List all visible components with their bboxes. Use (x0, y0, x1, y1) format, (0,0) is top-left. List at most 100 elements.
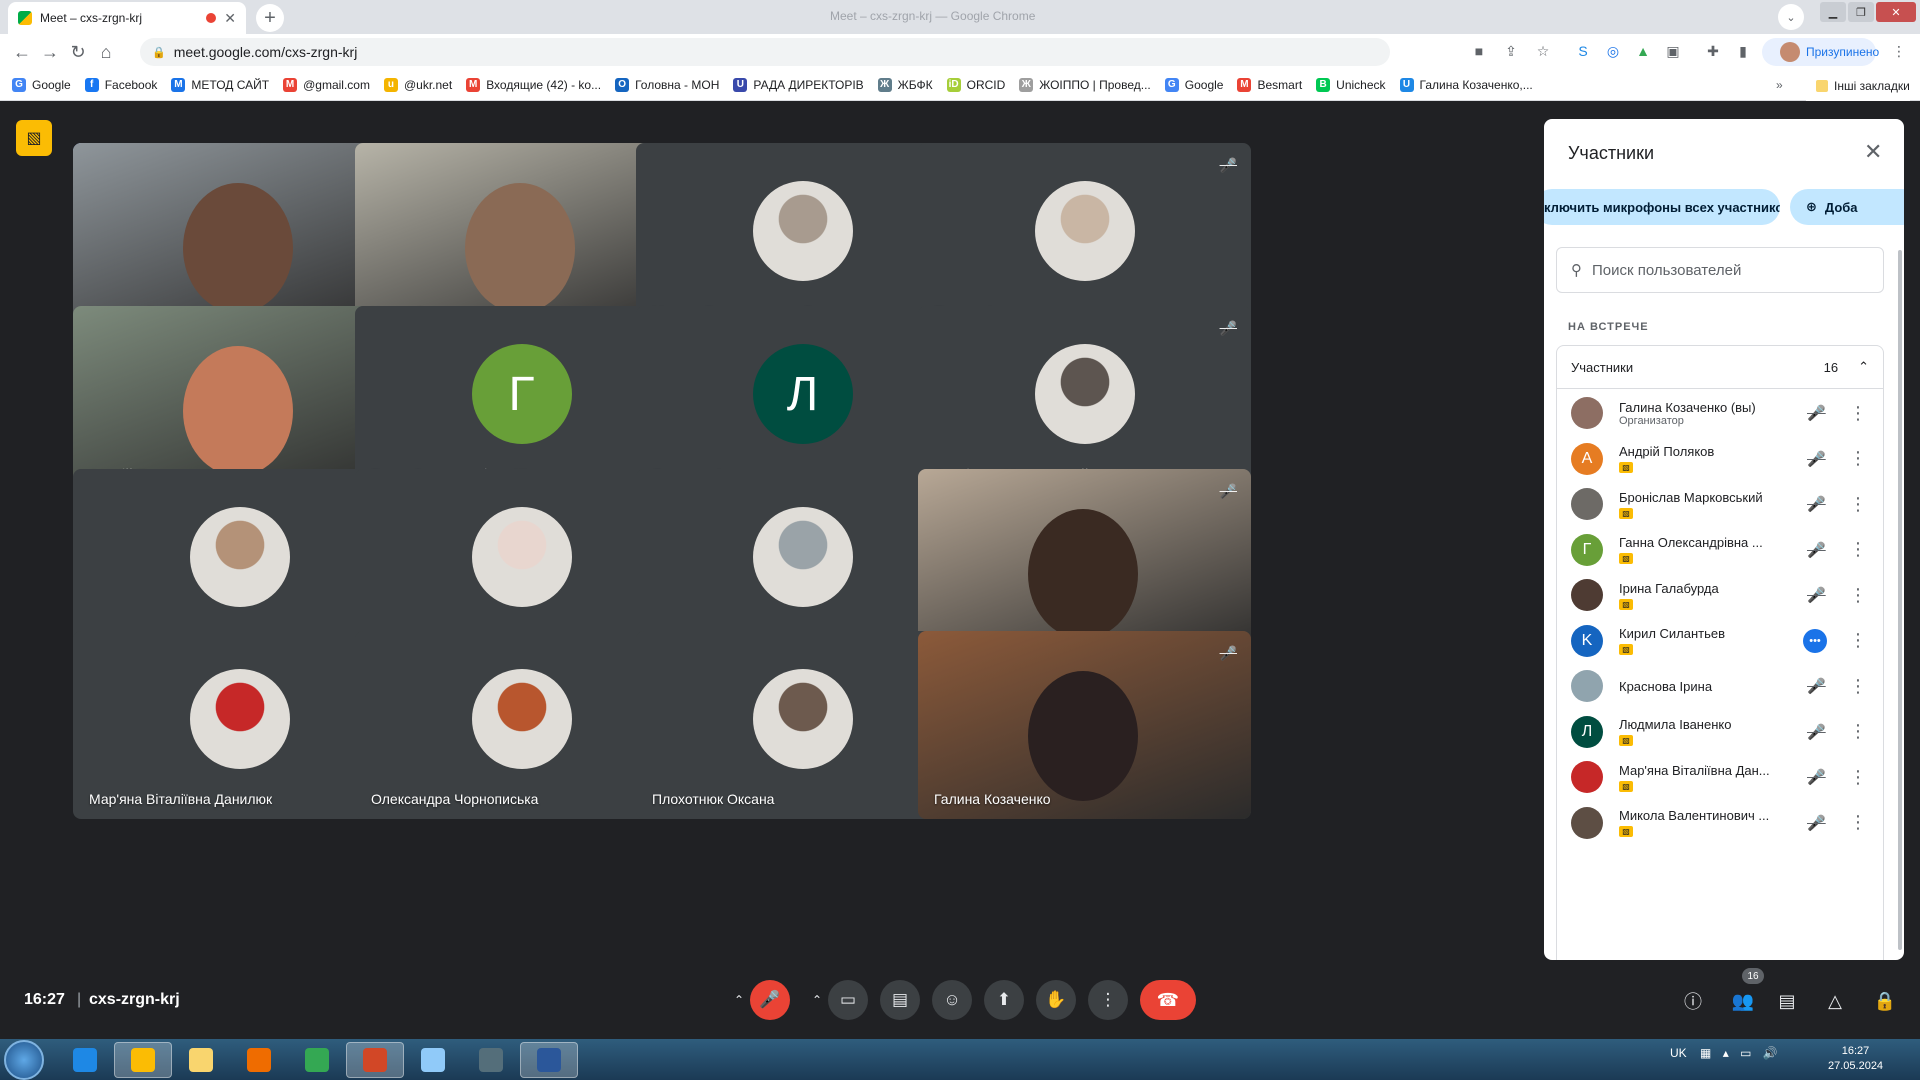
camera-indicator-icon[interactable]: ■ (1470, 42, 1488, 60)
taskbar-clock[interactable]: 16:27 27.05.2024 (1828, 1044, 1883, 1074)
bookmark-item[interactable]: u @ukr.net (383, 78, 452, 92)
mic-muted-icon[interactable]: 🎤 (1807, 586, 1826, 604)
chevron-up-icon[interactable]: ⌃ (1858, 359, 1869, 375)
bookmark-item[interactable]: iD ORCID (946, 78, 1005, 92)
bookmark-item[interactable]: M @gmail.com (283, 78, 370, 92)
activities-icon[interactable]: △ (1820, 986, 1850, 1016)
close-panel-icon[interactable]: ✕ (1864, 139, 1882, 165)
mic-muted-icon[interactable]: 🎤 (1807, 768, 1826, 786)
bookmark-item[interactable]: Ж ЖОІППО | Провед... (1019, 78, 1151, 92)
bookmark-item[interactable]: Ж ЖБФК (877, 78, 933, 92)
more-actions-icon[interactable]: ⋮ (1849, 767, 1867, 788)
mic-muted-icon[interactable]: 🎤 (1807, 495, 1826, 513)
more-actions-icon[interactable]: ⋮ (1849, 585, 1867, 606)
more-actions-icon[interactable]: ⋮ (1849, 721, 1867, 742)
taskbar-app-chrome2[interactable] (288, 1042, 346, 1078)
mic-muted-icon[interactable]: 🎤 (1807, 723, 1826, 741)
display-icon[interactable]: ▭ (1740, 1046, 1751, 1060)
more-actions-icon[interactable]: ⋮ (1849, 539, 1867, 560)
network-icon[interactable]: ▦ (1700, 1046, 1711, 1060)
reactions-button[interactable]: ☺ (932, 980, 972, 1020)
participant-row[interactable]: Г Ганна Олександрівна ... ▧ 🎤 ⋮ (1557, 528, 1883, 572)
minimize-button[interactable]: ▁ (1820, 2, 1846, 22)
camera-button[interactable]: ▭ (828, 980, 868, 1020)
more-bookmarks-icon[interactable]: » (1776, 78, 1783, 92)
more-options-button[interactable]: ⋮ (1088, 980, 1128, 1020)
bookmark-item[interactable]: M Входящие (42) - ko... (466, 78, 601, 92)
people-icon[interactable]: 👥 (1728, 986, 1758, 1016)
video-settings-caret-icon[interactable]: ⌃ (805, 980, 829, 1020)
tab-search-icon[interactable]: ⌄ (1778, 4, 1804, 30)
tab-meet[interactable]: Meet – cxs-zrgn-krj ✕ (8, 2, 246, 34)
extension-icon[interactable]: ◎ (1604, 42, 1622, 60)
more-actions-icon[interactable]: ⋮ (1849, 448, 1867, 469)
participant-row[interactable]: Микола Валентинович ... ▧ 🎤 ⋮ (1557, 801, 1883, 845)
share-icon[interactable]: ⇪ (1502, 42, 1520, 60)
add-people-button[interactable]: ⊕ Доба (1790, 189, 1904, 225)
taskbar-app-ie[interactable] (56, 1042, 114, 1078)
address-bar[interactable]: 🔒 meet.google.com/cxs-zrgn-krj (140, 38, 1390, 66)
taskbar-app-chrome[interactable] (114, 1042, 172, 1078)
drive-extension-icon[interactable]: ▲ (1634, 42, 1652, 60)
language-indicator[interactable]: UK (1670, 1046, 1687, 1060)
participant-row[interactable]: Ірина Галабурда ▧ 🎤 ⋮ (1557, 573, 1883, 617)
mic-off-button[interactable]: 🎤 (750, 980, 790, 1020)
taskbar-app-explorer[interactable] (172, 1042, 230, 1078)
present-screen-button[interactable]: ⬆ (984, 980, 1024, 1020)
bookmark-item[interactable]: O Головна - МОН (615, 78, 719, 92)
new-tab-button[interactable]: + (256, 4, 284, 32)
audio-settings-caret-icon[interactable]: ⌃ (727, 980, 751, 1020)
bookmark-item[interactable]: M Besmart (1237, 78, 1302, 92)
more-actions-icon[interactable]: ⋮ (1849, 494, 1867, 515)
host-controls-icon[interactable]: 🔒 (1870, 986, 1900, 1016)
bookmark-item[interactable]: G Google (1164, 78, 1223, 92)
taskbar-app-media[interactable] (230, 1042, 288, 1078)
search-input[interactable]: ⚲ Поиск пользователей (1556, 247, 1884, 293)
taskbar-app-powerpoint[interactable] (346, 1042, 404, 1078)
bookmark-item[interactable]: B Unicheck (1316, 78, 1386, 92)
participant-tile[interactable]: 🎤Ірина Галабурда (918, 469, 1251, 657)
participant-row[interactable]: A Андрій Поляков ▧ 🎤 ⋮ (1557, 437, 1883, 481)
profile-button[interactable]: Призупинено (1762, 38, 1879, 66)
raise-hand-button[interactable]: ✋ (1036, 980, 1076, 1020)
bookmark-item[interactable]: U Галина Козаченко,... (1399, 78, 1533, 92)
bookmark-star-icon[interactable]: ☆ (1534, 42, 1552, 60)
back-icon[interactable]: ← (8, 42, 36, 63)
participants-group-header[interactable]: Участники 16 ⌃ (1556, 345, 1884, 389)
screen-extension-icon[interactable]: ▣ (1664, 42, 1682, 60)
participant-tile[interactable]: 🎤Процюк Ірина (918, 143, 1251, 331)
start-button[interactable] (4, 1040, 44, 1080)
reload-icon[interactable]: ↻ (64, 42, 92, 63)
close-tab-icon[interactable]: ✕ (224, 10, 236, 27)
mic-muted-icon[interactable]: 🎤 (1807, 450, 1826, 468)
participant-row[interactable]: Краснова Ірина 🎤 ⋮ (1557, 664, 1883, 708)
tray-arrow-icon[interactable]: ▴ (1723, 1046, 1729, 1060)
participant-tile[interactable]: 🎤Броніслав Марковський (918, 306, 1251, 494)
side-panel-icon[interactable]: ▮ (1734, 42, 1752, 60)
bookmark-item[interactable]: U РАДА ДИРЕКТОРІВ (733, 78, 864, 92)
mic-muted-icon[interactable]: 🎤 (1807, 541, 1826, 559)
more-actions-icon[interactable]: ⋮ (1849, 676, 1867, 697)
forward-icon[interactable]: → (36, 42, 64, 63)
mute-all-button[interactable]: ключить микрофоны всех участников (1544, 189, 1780, 225)
leave-call-button[interactable]: ☎ (1140, 980, 1196, 1020)
mic-muted-icon[interactable]: 🎤 (1807, 814, 1826, 832)
extensions-puzzle-icon[interactable]: ✚ (1704, 42, 1722, 60)
chat-icon[interactable]: ▤ (1772, 986, 1802, 1016)
participant-row[interactable]: K Кирил Силантьев ▧ ••• ⋮ (1557, 619, 1883, 663)
home-icon[interactable]: ⌂ (92, 42, 120, 63)
participant-tile[interactable]: 🎤 Галина Козаченко (918, 631, 1251, 819)
menu-kebab-icon[interactable]: ⋮ (1890, 42, 1908, 60)
taskbar-app-monitor[interactable] (404, 1042, 462, 1078)
bookmark-item[interactable]: f Facebook (84, 78, 157, 92)
volume-icon[interactable]: 🔊 (1763, 1046, 1778, 1060)
participant-row[interactable]: Л Людмила Іваненко ▧ 🎤 ⋮ (1557, 710, 1883, 754)
taskbar-app-pen[interactable] (462, 1042, 520, 1078)
skype-extension-icon[interactable]: S (1574, 42, 1592, 60)
more-actions-icon[interactable]: ⋮ (1849, 812, 1867, 833)
maximize-button[interactable]: ❐ (1848, 2, 1874, 22)
participant-row[interactable]: Мар'яна Віталіївна Дан... ▧ 🎤 ⋮ (1557, 755, 1883, 799)
more-actions-icon[interactable]: ⋮ (1849, 403, 1867, 424)
participant-row[interactable]: Галина Козаченко (вы) Организатор 🎤 ⋮ (1557, 391, 1883, 435)
other-bookmarks[interactable]: Інші закладки (1806, 70, 1910, 101)
